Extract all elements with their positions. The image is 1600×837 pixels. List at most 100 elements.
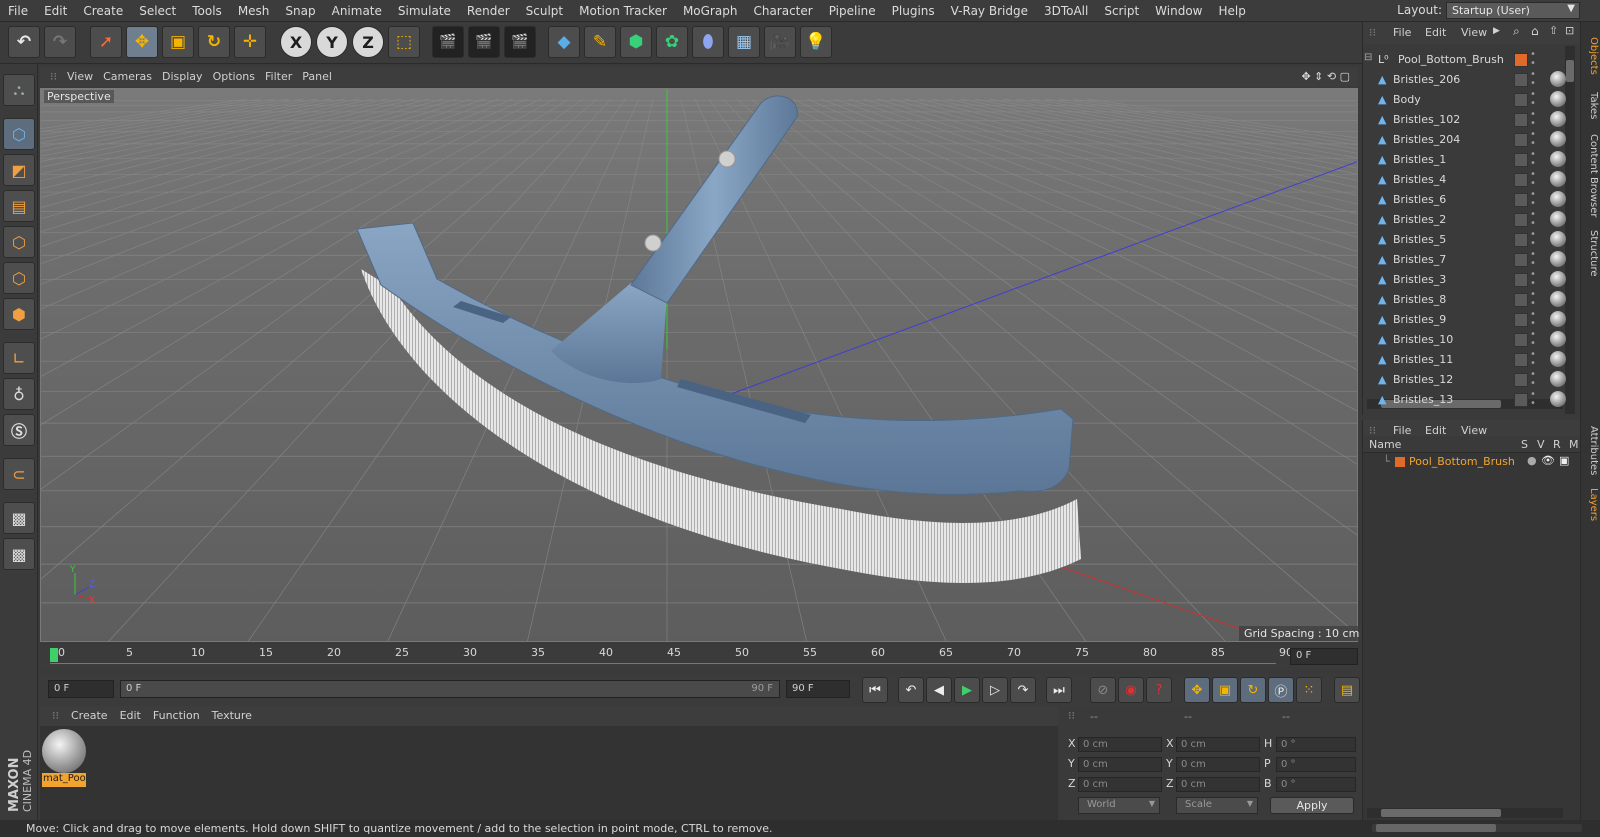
- material-tag-icon[interactable]: [1550, 251, 1566, 267]
- material-tag-icon[interactable]: [1550, 351, 1566, 367]
- layer-visibility-icon[interactable]: [1514, 293, 1528, 307]
- layer-visibility-icon[interactable]: [1514, 193, 1528, 207]
- key-pla-button[interactable]: ⁙: [1296, 677, 1322, 703]
- objects-scrollbar[interactable]: [1565, 46, 1575, 414]
- tweak-mode-button[interactable]: ♁: [3, 378, 35, 410]
- layer-visibility-icon[interactable]: [1514, 233, 1528, 247]
- layer-render-icon[interactable]: ▣: [1559, 454, 1569, 467]
- layer-visibility-icon[interactable]: [1514, 213, 1528, 227]
- layer-color-swatch[interactable]: [1395, 457, 1405, 467]
- layer-visibility-icon[interactable]: [1514, 333, 1528, 347]
- object-row[interactable]: ▲ Bristles_6 • •: [1368, 190, 1566, 210]
- z-axis-button[interactable]: Z: [352, 26, 384, 58]
- scale-mode-dropdown[interactable]: Scale ▼: [1176, 797, 1258, 814]
- pos-x-field[interactable]: 0 cm: [1078, 737, 1162, 752]
- key-rotation-button[interactable]: ↻: [1240, 677, 1266, 703]
- object-row[interactable]: ▲ Bristles_206 • •: [1368, 70, 1566, 90]
- material-tag-icon[interactable]: [1550, 331, 1566, 347]
- menu-simulate[interactable]: Simulate: [390, 0, 459, 22]
- y-axis-button[interactable]: Y: [316, 26, 348, 58]
- tab-structure[interactable]: Structure: [1583, 226, 1599, 280]
- tab-takes[interactable]: Takes: [1583, 86, 1599, 126]
- transform-tool-button[interactable]: ✛: [234, 26, 266, 58]
- layer-visibility-icon[interactable]: [1514, 253, 1528, 267]
- key-position-button[interactable]: ✥: [1184, 677, 1210, 703]
- object-row[interactable]: ▲ Body • •: [1368, 90, 1566, 110]
- menu-help[interactable]: Help: [1210, 0, 1253, 22]
- viewport-nav-icons[interactable]: ✥ ⇕ ⟲ ▢: [1301, 70, 1350, 83]
- material-menu-create[interactable]: Create: [71, 706, 108, 726]
- object-row[interactable]: ▲ Bristles_9 • •: [1368, 310, 1566, 330]
- object-row[interactable]: ▲ Bristles_11 • •: [1368, 350, 1566, 370]
- object-row[interactable]: ▲ Bristles_12 • •: [1368, 370, 1566, 390]
- layer-visibility-icon[interactable]: [1514, 133, 1528, 147]
- current-frame-field[interactable]: 0 F: [1290, 648, 1358, 665]
- tab-objects[interactable]: Objects: [1583, 30, 1599, 82]
- menu-vray-bridge[interactable]: V-Ray Bridge: [943, 0, 1036, 22]
- viewport-menu-panel[interactable]: Panel: [302, 67, 332, 87]
- size-x-field[interactable]: 0 cm: [1176, 737, 1260, 752]
- rot-h-field[interactable]: 0 °: [1276, 737, 1356, 752]
- size-y-field[interactable]: 0 cm: [1176, 757, 1260, 772]
- visibility-dots[interactable]: • •: [1530, 170, 1536, 189]
- axis-mode-button[interactable]: ∟: [3, 342, 35, 374]
- menu-file[interactable]: File: [0, 0, 36, 22]
- start-frame-field[interactable]: 0 F: [48, 680, 114, 698]
- menu-select[interactable]: Select: [131, 0, 184, 22]
- deformer-button[interactable]: ⬮: [692, 26, 724, 58]
- goto-end-button[interactable]: ⏭: [1046, 677, 1072, 703]
- key-scale-button[interactable]: ▣: [1212, 677, 1238, 703]
- menu-character[interactable]: Character: [745, 0, 820, 22]
- material-tag-icon[interactable]: [1550, 311, 1566, 327]
- visibility-dots[interactable]: • •: [1530, 370, 1536, 389]
- render-view-button[interactable]: 🎬: [432, 26, 464, 58]
- layer-name[interactable]: Pool_Bottom_Brush: [1409, 455, 1515, 468]
- play-button[interactable]: ▶: [954, 677, 980, 703]
- visibility-dots[interactable]: • •: [1530, 270, 1536, 289]
- rot-b-field[interactable]: 0 °: [1276, 777, 1356, 792]
- edges-mode-button[interactable]: ⬡: [3, 262, 35, 294]
- object-row[interactable]: ▲ Bristles_4 • •: [1368, 170, 1566, 190]
- menu-create[interactable]: Create: [75, 0, 131, 22]
- viewport-menu-filter[interactable]: Filter: [265, 67, 292, 87]
- next-key-button[interactable]: ↷: [1010, 677, 1036, 703]
- playhead-marker[interactable]: [50, 648, 58, 662]
- layer-visibility-icon[interactable]: [1514, 73, 1528, 87]
- apply-button[interactable]: Apply: [1270, 797, 1354, 814]
- model-mode-button[interactable]: ⬡: [3, 118, 35, 150]
- material-tag-icon[interactable]: [1550, 131, 1566, 147]
- visibility-dots[interactable]: • •: [1530, 230, 1536, 249]
- next-frame-button[interactable]: ▷: [982, 677, 1008, 703]
- material-tag-icon[interactable]: [1550, 391, 1566, 407]
- end-frame-field[interactable]: 90 F: [786, 680, 850, 698]
- points-mode-button[interactable]: ⬡: [3, 226, 35, 258]
- layer-visibility-icon[interactable]: [1514, 153, 1528, 167]
- object-row[interactable]: ▲ Bristles_13 • •: [1368, 390, 1566, 410]
- object-row[interactable]: ▲ Bristles_102 • •: [1368, 110, 1566, 130]
- motion-path-button[interactable]: ⊘: [1090, 677, 1116, 703]
- visibility-dots[interactable]: • •: [1530, 190, 1536, 209]
- record-keys-button[interactable]: ◉: [1118, 677, 1144, 703]
- object-row[interactable]: ▲ Bristles_2 • •: [1368, 210, 1566, 230]
- object-row[interactable]: ▲ Bristles_3 • •: [1368, 270, 1566, 290]
- object-row[interactable]: ▲ Bristles_204 • •: [1368, 130, 1566, 150]
- goto-start-button[interactable]: ⏮: [862, 677, 888, 703]
- visibility-dots[interactable]: • •: [1530, 290, 1536, 309]
- viewport-menu-cameras[interactable]: Cameras: [103, 67, 152, 87]
- layer-visibility-icon[interactable]: [1514, 113, 1528, 127]
- object-row[interactable]: ▲ Bristles_7 • •: [1368, 250, 1566, 270]
- material-tag-icon[interactable]: [1550, 371, 1566, 387]
- timeline-window-button[interactable]: ▤: [1334, 677, 1360, 703]
- menu-window[interactable]: Window: [1147, 0, 1210, 22]
- object-row-root[interactable]: ⊟ L⁰ Pool_Bottom_Brush • •: [1364, 50, 1548, 70]
- visibility-dots[interactable]: • •: [1530, 210, 1536, 229]
- layers-hscrollbar-thumb[interactable]: [1381, 809, 1501, 817]
- visibility-dots[interactable]: • •: [1530, 130, 1536, 149]
- object-row[interactable]: ▲ Bristles_10 • •: [1368, 330, 1566, 350]
- layer-visibility-icon[interactable]: [1514, 173, 1528, 187]
- object-row[interactable]: ▲ Bristles_8 • •: [1368, 290, 1566, 310]
- layer-visibility-icon[interactable]: [1514, 393, 1528, 407]
- rot-p-field[interactable]: 0 °: [1276, 757, 1356, 772]
- pos-y-field[interactable]: 0 cm: [1078, 757, 1162, 772]
- make-editable-button[interactable]: ⛬: [3, 74, 35, 106]
